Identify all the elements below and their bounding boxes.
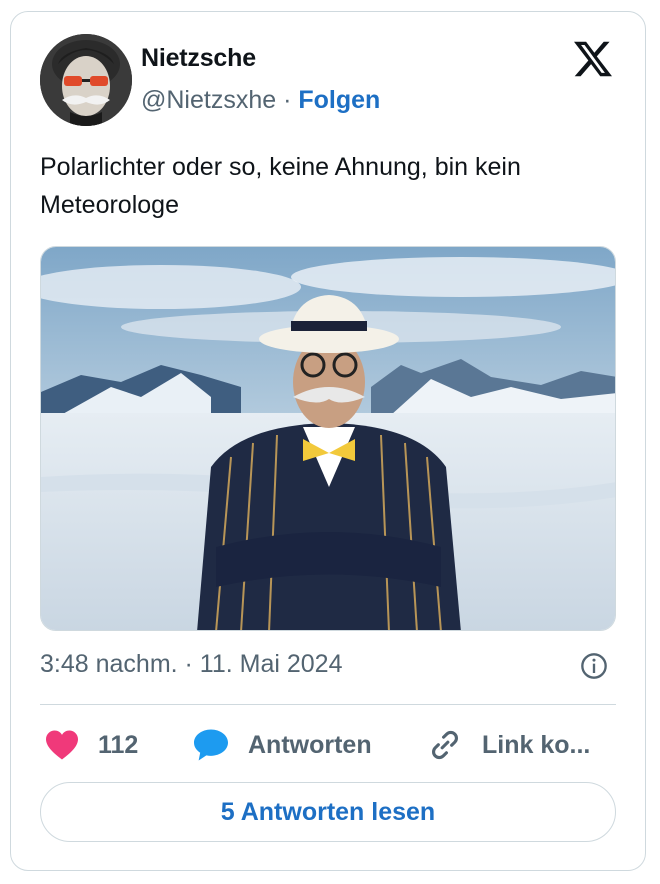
- speech-bubble-icon: [194, 729, 228, 761]
- tweet-timestamp[interactable]: 3:48 nachm. · 11. Mai 2024: [40, 650, 343, 679]
- reply-label: Antworten: [248, 730, 372, 759]
- heart-icon: [46, 730, 78, 760]
- separator-dot: ·: [283, 86, 292, 114]
- polar-landscape-photo: [41, 247, 615, 630]
- author-handle[interactable]: @Nietzsxhe: [141, 86, 276, 114]
- link-icon: [432, 730, 458, 760]
- tweet-text: Polarlichter oder so, keine Ahnung, bin …: [40, 153, 521, 219]
- follow-button[interactable]: Folgen: [298, 86, 380, 114]
- copy-link-button[interactable]: Link ko...: [426, 727, 590, 763]
- divider: [40, 704, 616, 705]
- author-handle-row: @Nietzsxhe · Folgen: [141, 86, 380, 115]
- info-icon[interactable]: [580, 652, 608, 680]
- reply-button[interactable]: Antworten: [192, 727, 372, 763]
- like-count: 112: [98, 730, 139, 759]
- author-name[interactable]: Nietzsche: [141, 44, 256, 73]
- tweet-media-image[interactable]: [40, 246, 616, 631]
- read-replies-button[interactable]: 5 Antworten lesen: [40, 782, 616, 842]
- x-logo-icon[interactable]: [572, 40, 614, 78]
- copy-link-label: Link ko...: [482, 730, 591, 759]
- avatar-portrait-image: [40, 34, 132, 126]
- author-avatar[interactable]: [40, 34, 132, 126]
- like-button[interactable]: 112: [44, 727, 138, 763]
